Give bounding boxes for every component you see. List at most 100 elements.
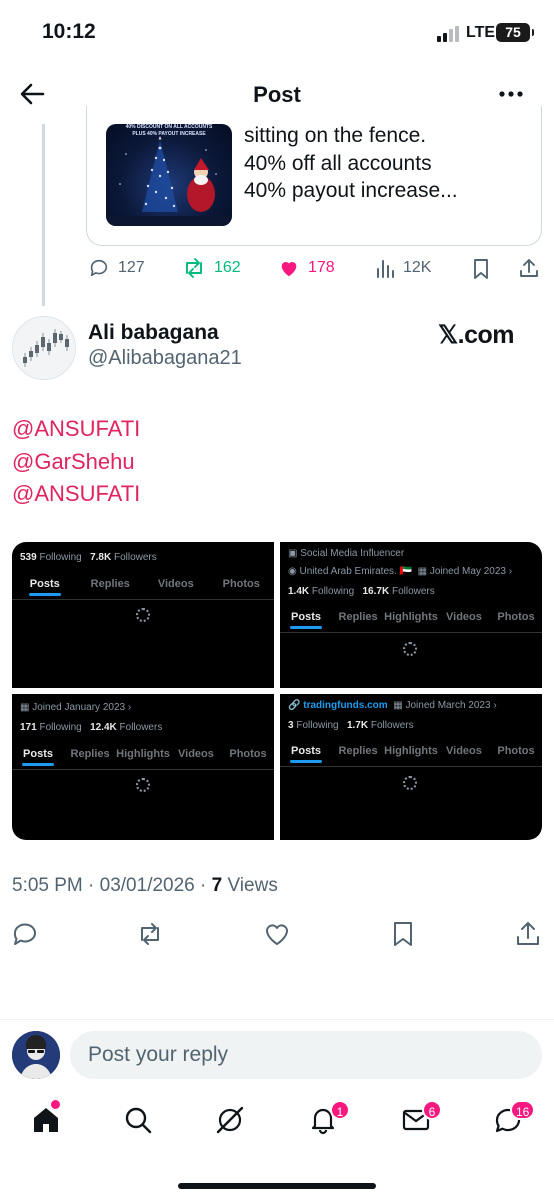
user-avatar[interactable]	[12, 1031, 60, 1079]
quoted-share-icon[interactable]	[518, 257, 540, 279]
divider	[280, 766, 542, 767]
tab-videos: Videos	[446, 611, 482, 623]
loading-spinner-icon	[403, 642, 417, 656]
tab-replies: Replies	[70, 748, 110, 760]
reply-icon[interactable]	[12, 920, 40, 948]
attached-image-4[interactable]: 🔗 tradingfunds.com ▦ Joined March 2023 ›…	[280, 694, 542, 840]
reply-icon	[90, 259, 108, 277]
quoted-reply-button[interactable]: 127	[88, 257, 145, 279]
source-label[interactable]: 𝕏.com	[438, 320, 515, 350]
tab-photos: Photos	[222, 578, 260, 590]
heart-filled-icon	[281, 262, 297, 277]
tab-videos: Videos	[157, 578, 194, 590]
location-label: United Arab Emirates. 🇦🇪	[299, 566, 413, 577]
quoted-bookmark-icon[interactable]	[470, 258, 492, 280]
profile-tabs: Posts Replies Highlights Videos Photos	[12, 748, 274, 760]
profile-tabs: Posts Replies Videos Photos	[12, 578, 274, 590]
christmas-tree-graphic	[106, 136, 232, 226]
divider	[12, 599, 274, 600]
communities-badge: 16	[510, 1100, 536, 1120]
user-avatar-graphic	[12, 1031, 60, 1079]
joined-label: Joined March 2023	[405, 700, 491, 711]
attached-image-2[interactable]: ▣ Social Media Influencer ◉ United Arab …	[280, 542, 542, 688]
joined-label: Joined January 2023	[32, 702, 126, 713]
followers-label: Followers	[391, 586, 435, 597]
repost-icon	[186, 258, 202, 278]
following-label: Following	[296, 720, 339, 731]
bookmark-icon[interactable]	[389, 920, 417, 948]
tab-posts: Posts	[280, 611, 332, 623]
tab-posts: Posts	[12, 578, 78, 590]
divider	[12, 769, 274, 770]
reply-placeholder: Post your reply	[88, 1043, 229, 1066]
profile-stats: 3 Following 1.7K Followers	[288, 720, 414, 731]
search-icon[interactable]	[122, 1104, 154, 1136]
quoted-repost-count: 162	[214, 259, 241, 276]
following-label: Following	[311, 586, 355, 597]
quoted-views-count: 12K	[403, 259, 432, 276]
attached-image-1[interactable]: 539 Following 7.8K Followers Posts Repli…	[12, 542, 274, 688]
loading-spinner-icon	[136, 778, 150, 792]
followers-count: 12.4K	[90, 722, 117, 733]
quoted-like-button[interactable]: 178	[278, 257, 335, 279]
mention-link[interactable]: @ANSUFATI	[12, 481, 140, 507]
profile-category: ▣ Social Media Influencer	[288, 548, 405, 559]
quoted-post-text: sitting on the fence. 40% off all accoun…	[244, 122, 458, 205]
views-count[interactable]: 7	[212, 875, 223, 896]
quoted-views-button[interactable]: 12K	[375, 257, 431, 279]
signal-icon	[437, 26, 459, 42]
quoted-text-line: 40% payout increase...	[244, 179, 458, 202]
joined-label: Joined May 2023	[429, 566, 506, 577]
repost-icon[interactable]	[136, 920, 164, 948]
tab-highlights: Highlights	[384, 745, 438, 757]
tab-videos: Videos	[446, 745, 482, 757]
author-handle[interactable]: @Alibabagana21	[88, 347, 242, 370]
tab-photos: Photos	[497, 611, 535, 623]
profile-tabs: Posts Replies Highlights Videos Photos	[280, 745, 542, 757]
thread-line	[42, 124, 45, 306]
quoted-like-count: 178	[308, 259, 335, 276]
category-label: Social Media Influencer	[300, 548, 405, 559]
tab-replies: Replies	[90, 578, 130, 590]
author-name[interactable]: Ali babagana	[88, 321, 219, 345]
promo-image[interactable]: 40% DISCOUNT ON ALL ACCOUNTS PLUS 40% PA…	[106, 124, 232, 226]
tab-photos: Photos	[497, 745, 535, 757]
attached-image-3[interactable]: ▦ Joined January 2023 › 171 Following 12…	[12, 694, 274, 840]
followers-label: Followers	[370, 720, 414, 731]
followers-label: Followers	[119, 722, 163, 733]
more-options-icon[interactable]	[497, 80, 525, 108]
profile-tabs: Posts Replies Highlights Videos Photos	[280, 611, 542, 623]
quoted-repost-button[interactable]: 162	[182, 257, 241, 279]
following-label: Following	[39, 552, 82, 563]
battery-icon: 75	[496, 23, 534, 42]
tab-posts: Posts	[280, 745, 332, 757]
quoted-text-line: 40% off all accounts	[244, 151, 432, 175]
divider	[0, 1019, 554, 1020]
profile-website: 🔗 tradingfunds.com ▦ Joined March 2023 ›	[288, 700, 497, 711]
grok-icon[interactable]	[214, 1104, 246, 1136]
share-icon[interactable]	[514, 920, 542, 948]
heart-icon[interactable]	[263, 920, 291, 948]
profile-location: ◉ United Arab Emirates. 🇦🇪 ▦ Joined May …	[288, 566, 513, 577]
profile-stats: 539 Following 7.8K Followers	[20, 552, 157, 563]
home-icon[interactable]	[30, 1104, 62, 1136]
post-timestamp: 5:05 PM · 03/01/2026 · 7 Views	[12, 875, 278, 897]
loading-spinner-icon	[403, 776, 417, 790]
followers-count: 7.8K	[90, 552, 112, 563]
profile-joined: ▦ Joined January 2023 ›	[20, 702, 132, 713]
following-count: 1.4K	[288, 586, 310, 597]
quoted-text-line: sitting on the fence.	[244, 124, 427, 147]
following-label: Following	[39, 722, 82, 733]
views-label: Views	[222, 875, 278, 896]
mention-link[interactable]: @GarShehu	[12, 449, 135, 475]
divider	[280, 632, 542, 633]
mention-link[interactable]: @ANSUFATI	[12, 416, 140, 442]
author-avatar[interactable]	[12, 316, 76, 380]
followers-label: Followers	[113, 552, 157, 563]
following-count: 3	[288, 720, 294, 731]
notifications-badge: 1	[330, 1100, 350, 1120]
home-unread-dot	[51, 1100, 60, 1109]
network-label: LTE	[466, 24, 496, 41]
tab-highlights: Highlights	[384, 611, 438, 623]
website-link: tradingfunds.com	[303, 700, 388, 711]
